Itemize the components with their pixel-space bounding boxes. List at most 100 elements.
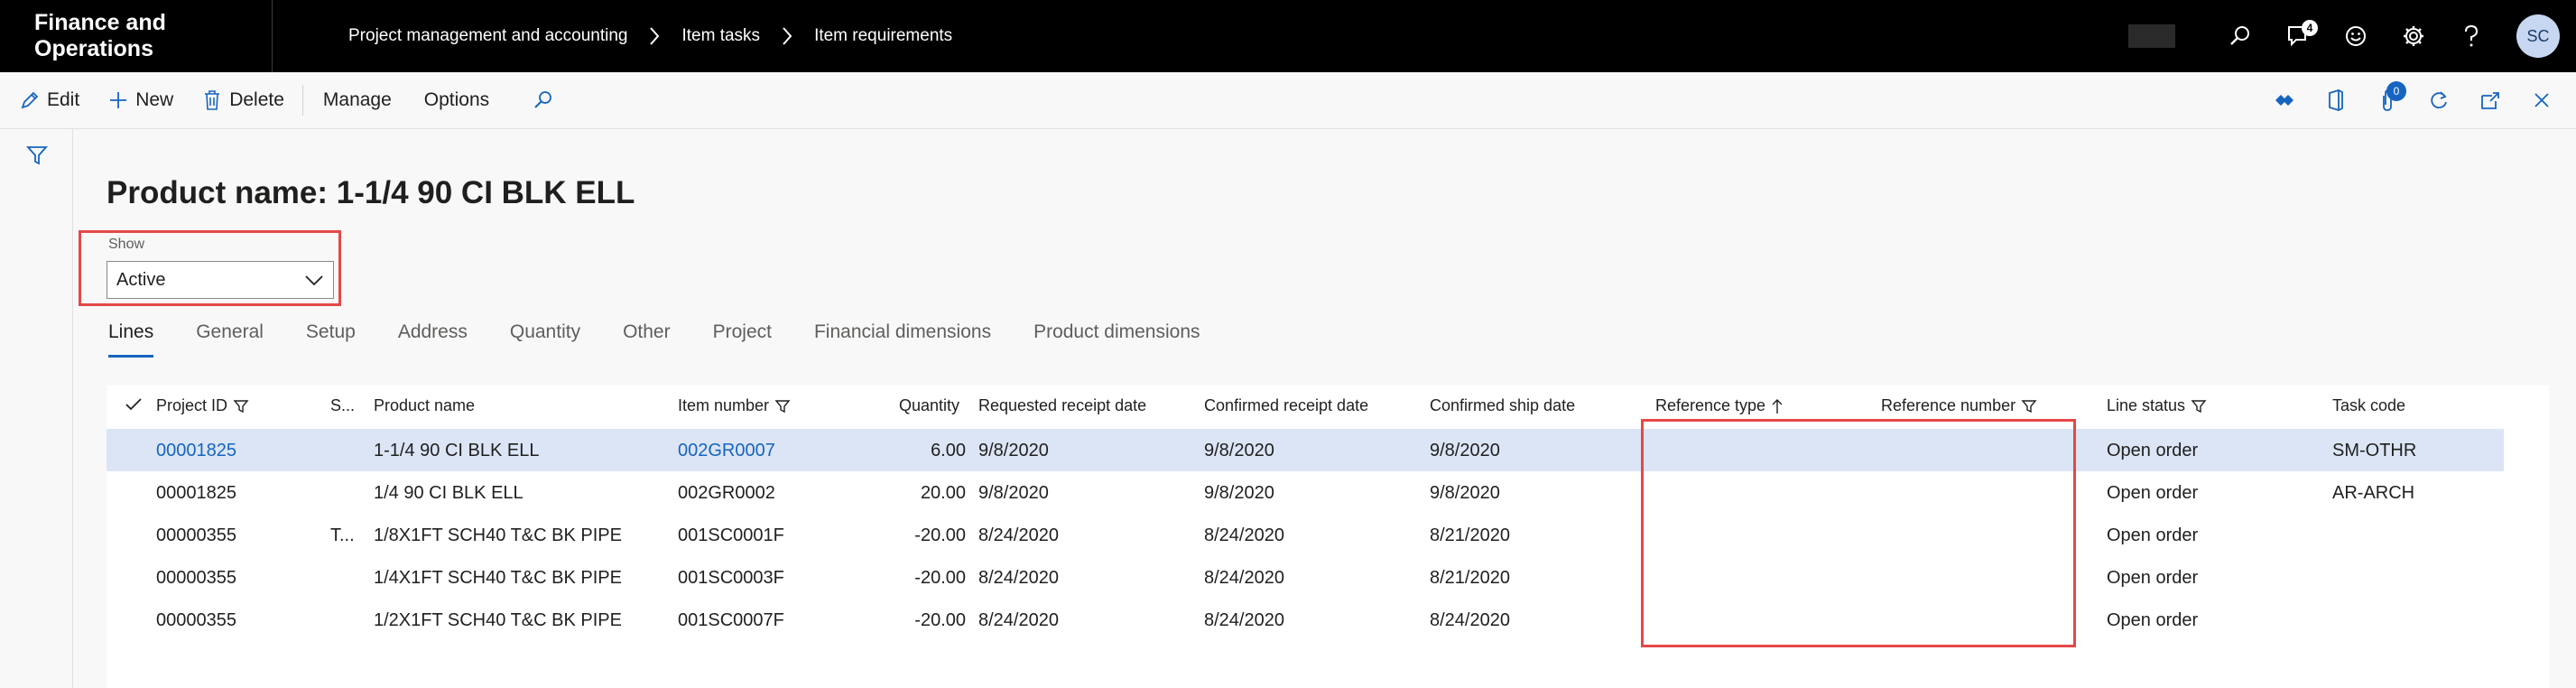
tab-strip: Lines General Setup Address Quantity Oth… bbox=[108, 321, 1243, 358]
search-icon[interactable] bbox=[2211, 0, 2269, 72]
cell-project-id: 00000355 bbox=[156, 610, 236, 630]
cell-confirmed-receipt-date: 8/24/2020 bbox=[1204, 568, 1284, 588]
delete-label: Delete bbox=[229, 89, 284, 110]
cell-item-number: 001SC0003F bbox=[678, 568, 784, 588]
action-pane: Edit New Delete Manage Options 0 bbox=[0, 72, 2576, 129]
power-apps-icon[interactable] bbox=[2258, 72, 2310, 128]
column-header-label: Item number bbox=[678, 396, 770, 414]
column-filter-icon bbox=[774, 399, 791, 413]
column-header-confirmed-receipt-date[interactable]: Confirmed receipt date bbox=[1204, 396, 1368, 415]
options-tab[interactable]: Options bbox=[408, 89, 505, 111]
tab-other[interactable]: Other bbox=[623, 321, 671, 358]
cell-requested-receipt-date: 8/24/2020 bbox=[978, 610, 1059, 630]
table-row[interactable]: 00000355 T... 1/8X1FT SCH40 T&C BK PIPE … bbox=[107, 514, 2504, 556]
trash-icon bbox=[205, 90, 220, 110]
action-search-icon[interactable] bbox=[505, 72, 576, 128]
cell-quantity: -20.00 bbox=[914, 610, 966, 630]
tab-lines[interactable]: Lines bbox=[108, 321, 154, 358]
table-row[interactable]: 00001825 1/4 90 CI BLK ELL 002GR0002 20.… bbox=[107, 471, 2504, 514]
tab-general[interactable]: General bbox=[196, 321, 264, 358]
show-label: Show bbox=[108, 237, 145, 252]
cell-requested-receipt-date: 8/24/2020 bbox=[978, 525, 1059, 545]
new-button[interactable]: New bbox=[94, 72, 188, 128]
chevron-down-icon bbox=[304, 271, 324, 294]
chevron-right-icon bbox=[782, 26, 792, 46]
cell-quantity: -20.00 bbox=[914, 525, 966, 545]
tab-setup[interactable]: Setup bbox=[306, 321, 356, 358]
divider bbox=[301, 85, 303, 116]
close-icon[interactable] bbox=[2516, 72, 2567, 128]
cell-requested-receipt-date: 9/8/2020 bbox=[978, 441, 1049, 460]
column-header-item-number[interactable]: Item number bbox=[678, 396, 791, 415]
refresh-icon[interactable] bbox=[2413, 72, 2464, 128]
cell-product-name: 1/2X1FT SCH40 T&C BK PIPE bbox=[374, 610, 622, 630]
cell-confirmed-receipt-date: 8/24/2020 bbox=[1204, 610, 1284, 630]
breadcrumb: Project management and accounting Item t… bbox=[348, 0, 952, 72]
cell-requested-receipt-date: 9/8/2020 bbox=[978, 483, 1049, 503]
item-number-link[interactable]: 002GR0007 bbox=[678, 441, 775, 461]
tab-financial-dimensions[interactable]: Financial dimensions bbox=[814, 321, 991, 358]
cell-confirmed-ship-date: 8/21/2020 bbox=[1430, 525, 1510, 545]
column-header-confirmed-ship-date[interactable]: Confirmed ship date bbox=[1430, 396, 1575, 415]
column-header-label: Reference type bbox=[1655, 396, 1766, 414]
column-header-quantity[interactable]: Quantity bbox=[899, 396, 959, 415]
attachments-icon[interactable]: 0 bbox=[2361, 72, 2413, 128]
delete-button[interactable]: Delete bbox=[188, 72, 299, 128]
cell-quantity: 6.00 bbox=[931, 441, 966, 460]
company-picker[interactable] bbox=[2128, 24, 2175, 48]
show-dropdown[interactable]: Active bbox=[107, 261, 334, 299]
table-row[interactable]: 00001825 1-1/4 90 CI BLK ELL 002GR0007 6… bbox=[107, 429, 2504, 471]
cell-line-status: Open order bbox=[2107, 568, 2199, 588]
table-row[interactable]: 00000355 1/4X1FT SCH40 T&C BK PIPE 001SC… bbox=[107, 556, 2504, 599]
cell-confirmed-ship-date: 8/24/2020 bbox=[1430, 610, 1510, 630]
attachments-badge: 0 bbox=[2386, 81, 2406, 101]
item-requirements-grid: Project ID S... Product name Item number… bbox=[107, 386, 2549, 688]
project-id-link[interactable]: 00001825 bbox=[156, 441, 236, 461]
avatar[interactable]: SC bbox=[2516, 14, 2560, 58]
new-label: New bbox=[135, 89, 174, 110]
cell-product-name: 1-1/4 90 CI BLK ELL bbox=[374, 441, 540, 460]
cell-confirmed-ship-date: 8/21/2020 bbox=[1430, 568, 1510, 588]
plus-icon bbox=[110, 92, 127, 108]
cell-project-id: 00001825 bbox=[156, 483, 236, 503]
feedback-smiley-icon[interactable] bbox=[2327, 0, 2385, 72]
cell-project-id: 00000355 bbox=[156, 568, 236, 588]
cell-quantity: 20.00 bbox=[920, 483, 966, 503]
table-row[interactable]: 00000355 1/2X1FT SCH40 T&C BK PIPE 001SC… bbox=[107, 599, 2504, 641]
breadcrumb-item-page[interactable]: Item requirements bbox=[814, 26, 952, 46]
top-navigation-bar: Finance and Operations Project managemen… bbox=[0, 0, 2576, 72]
chevron-right-icon bbox=[649, 26, 660, 46]
page-title: Product name: 1-1/4 90 CI BLK ELL bbox=[107, 175, 635, 210]
breadcrumb-item-module[interactable]: Project management and accounting bbox=[348, 26, 627, 46]
column-header-project-id[interactable]: Project ID bbox=[156, 396, 249, 415]
cell-task-code: AR-ARCH bbox=[2332, 483, 2415, 503]
app-title[interactable]: Finance and Operations bbox=[0, 0, 273, 72]
tab-project[interactable]: Project bbox=[713, 321, 772, 358]
column-header-s[interactable]: S... bbox=[330, 396, 355, 415]
cell-project-id: 00000355 bbox=[156, 525, 236, 545]
help-icon[interactable] bbox=[2442, 0, 2500, 72]
tab-product-dimensions[interactable]: Product dimensions bbox=[1033, 321, 1200, 358]
column-header-reference-number[interactable]: Reference number bbox=[1881, 396, 2037, 415]
select-all-checkmark-icon[interactable] bbox=[119, 396, 143, 413]
gear-icon[interactable] bbox=[2385, 0, 2442, 72]
cell-product-name: 1/8X1FT SCH40 T&C BK PIPE bbox=[374, 525, 622, 545]
notifications-icon[interactable]: 4 bbox=[2269, 0, 2327, 72]
tab-quantity[interactable]: Quantity bbox=[510, 321, 580, 358]
edit-button[interactable]: Edit bbox=[0, 72, 94, 128]
column-header-label: Project ID bbox=[156, 396, 228, 414]
office-icon[interactable] bbox=[2310, 72, 2361, 128]
cell-s: T... bbox=[330, 525, 355, 545]
filter-icon[interactable] bbox=[25, 144, 49, 172]
column-header-task-code[interactable]: Task code bbox=[2332, 396, 2405, 415]
breadcrumb-item-section[interactable]: Item tasks bbox=[681, 26, 760, 46]
tab-address[interactable]: Address bbox=[398, 321, 468, 358]
cell-product-name: 1/4X1FT SCH40 T&C BK PIPE bbox=[374, 568, 622, 588]
column-header-requested-receipt-date[interactable]: Requested receipt date bbox=[978, 396, 1146, 415]
column-header-product-name[interactable]: Product name bbox=[374, 396, 475, 415]
column-header-reference-type[interactable]: Reference type bbox=[1655, 396, 1784, 415]
manage-tab[interactable]: Manage bbox=[307, 89, 408, 111]
column-header-line-status[interactable]: Line status bbox=[2107, 396, 2207, 415]
cell-confirmed-ship-date: 9/8/2020 bbox=[1430, 441, 1500, 460]
open-new-window-icon[interactable] bbox=[2464, 72, 2516, 128]
